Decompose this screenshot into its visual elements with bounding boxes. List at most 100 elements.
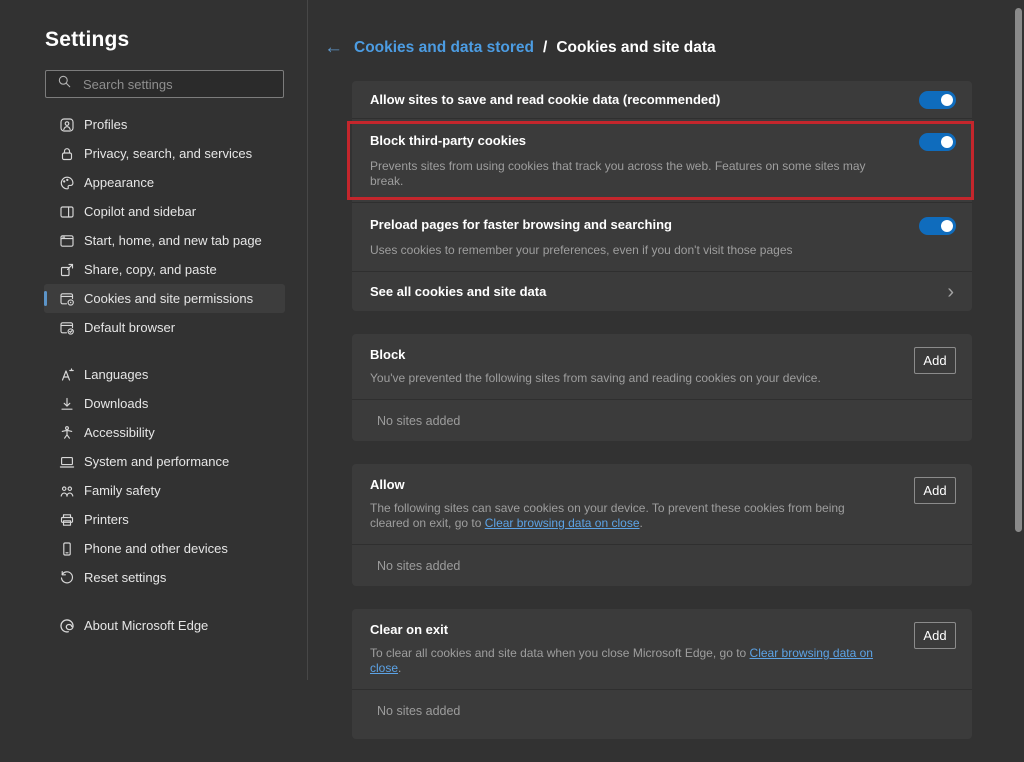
allow-desc-period: . — [640, 516, 643, 530]
lock-icon — [59, 146, 75, 162]
clear-desc-text: To clear all cookies and site data when … — [370, 646, 750, 660]
allow-card-description: The following sites can save cookies on … — [370, 501, 956, 531]
sidebar-item-label: Accessibility — [84, 425, 155, 440]
clear-card-header: Clear on exit To clear all cookies and s… — [352, 609, 972, 690]
share-icon — [59, 262, 75, 278]
sidebar-item-label: Privacy, search, and services — [84, 146, 252, 161]
sidebar-item-label: Printers — [84, 512, 129, 527]
sidebar-item-label: Appearance — [84, 175, 154, 190]
block-card-description: You've prevented the following sites fro… — [370, 371, 956, 386]
phone-icon — [59, 541, 75, 557]
palette-icon — [59, 175, 75, 191]
search-icon — [57, 74, 72, 94]
search-input[interactable] — [81, 76, 265, 93]
settings-sidebar: Settings Profiles Privacy, search, and s… — [0, 0, 308, 680]
breadcrumb-separator: / — [543, 39, 547, 57]
allow-add-button[interactable]: Add — [914, 477, 956, 504]
languages-icon — [59, 367, 75, 383]
edge-logo-icon — [59, 618, 75, 634]
sidebar-nav: Profiles Privacy, search, and services A… — [0, 110, 307, 640]
allow-cookies-row: Allow sites to save and read cookie data… — [352, 81, 972, 119]
clear-browsing-data-link[interactable]: Clear browsing data on close — [485, 516, 640, 530]
site-permissions-icon — [59, 291, 75, 307]
breadcrumb-current: Cookies and site data — [556, 39, 715, 57]
sidebar-item-languages[interactable]: Languages — [44, 360, 285, 389]
see-all-cookies-label: See all cookies and site data — [370, 284, 546, 300]
back-arrow-icon[interactable]: ← — [324, 38, 345, 57]
settings-main-panel: ← Cookies and data stored / Cookies and … — [308, 0, 1024, 680]
sidebar-item-label: Share, copy, and paste — [84, 262, 217, 277]
reset-icon — [59, 570, 75, 586]
preload-pages-toggle[interactable] — [919, 217, 956, 235]
sidebar-item-privacy[interactable]: Privacy, search, and services — [44, 139, 285, 168]
sidebar-item-accessibility[interactable]: Accessibility — [44, 418, 285, 447]
chevron-right-icon: › — [947, 282, 956, 302]
block-third-party-label: Block third-party cookies — [370, 133, 956, 149]
sidebar-item-about-edge[interactable]: About Microsoft Edge — [44, 611, 285, 640]
profile-icon — [59, 117, 75, 133]
block-third-party-toggle[interactable] — [919, 133, 956, 151]
clear-add-button[interactable]: Add — [914, 622, 956, 649]
sidebar-item-start-home[interactable]: Start, home, and new tab page — [44, 226, 285, 255]
accessibility-icon — [59, 425, 75, 441]
breadcrumb: ← Cookies and data stored / Cookies and … — [324, 38, 716, 57]
vertical-scrollbar[interactable] — [1015, 8, 1022, 532]
block-card-title: Block — [370, 347, 956, 363]
content-column: Allow sites to save and read cookie data… — [352, 81, 972, 762]
clear-card-description: To clear all cookies and site data when … — [370, 646, 956, 676]
page-title: Settings — [45, 28, 129, 52]
sidebar-item-label: Reset settings — [84, 570, 166, 585]
sidebar-item-label: Family safety — [84, 483, 161, 498]
download-icon — [59, 396, 75, 412]
sidebar-item-printers[interactable]: Printers — [44, 505, 285, 534]
allow-empty-state: No sites added — [352, 545, 972, 586]
sidebar-item-label: System and performance — [84, 454, 229, 469]
allow-card-title: Allow — [370, 477, 956, 493]
block-third-party-row: Block third-party cookies Prevents sites… — [352, 119, 972, 203]
breadcrumb-parent-link[interactable]: Cookies and data stored — [354, 39, 534, 57]
sidebar-item-label: Cookies and site permissions — [84, 291, 253, 306]
sidebar-item-cookies-site-permissions[interactable]: Cookies and site permissions — [44, 284, 285, 313]
sidebar-item-label: About Microsoft Edge — [84, 618, 208, 633]
preload-pages-description: Uses cookies to remember your preference… — [370, 243, 956, 258]
sidebar-item-label: Profiles — [84, 117, 127, 132]
clear-empty-state: No sites added — [352, 690, 972, 731]
allow-sites-card: Allow The following sites can save cooki… — [352, 464, 972, 586]
sidebar-item-downloads[interactable]: Downloads — [44, 389, 285, 418]
see-all-cookies-row[interactable]: See all cookies and site data › — [352, 272, 972, 311]
search-settings-box[interactable] — [45, 70, 284, 98]
family-icon — [59, 483, 75, 499]
printer-icon — [59, 512, 75, 528]
sidebar-item-phone-devices[interactable]: Phone and other devices — [44, 534, 285, 563]
block-third-party-description: Prevents sites from using cookies that t… — [370, 159, 956, 189]
sidebar-item-label: Languages — [84, 367, 148, 382]
sidebar-item-reset-settings[interactable]: Reset settings — [44, 563, 285, 592]
new-tab-page-icon — [59, 233, 75, 249]
sidebar-item-label: Phone and other devices — [84, 541, 228, 556]
allow-card-header: Allow The following sites can save cooki… — [352, 464, 972, 545]
sidebar-item-label: Downloads — [84, 396, 148, 411]
block-empty-state: No sites added — [352, 400, 972, 441]
clear-on-exit-card: Clear on exit To clear all cookies and s… — [352, 609, 972, 739]
sidebar-item-share-copy-paste[interactable]: Share, copy, and paste — [44, 255, 285, 284]
block-add-button[interactable]: Add — [914, 347, 956, 374]
block-card-header: Block You've prevented the following sit… — [352, 334, 972, 400]
sidebar-item-appearance[interactable]: Appearance — [44, 168, 285, 197]
sidebar-item-default-browser[interactable]: Default browser — [44, 313, 285, 342]
allow-cookies-toggle[interactable] — [919, 91, 956, 109]
sidebar-item-profiles[interactable]: Profiles — [44, 110, 285, 139]
sidebar-item-family-safety[interactable]: Family safety — [44, 476, 285, 505]
sidebar-layout-icon — [59, 204, 75, 220]
clear-desc-period: . — [398, 661, 401, 675]
sidebar-item-label: Default browser — [84, 320, 175, 335]
default-browser-icon — [59, 320, 75, 336]
block-sites-card: Block You've prevented the following sit… — [352, 334, 972, 441]
allow-cookies-label: Allow sites to save and read cookie data… — [370, 92, 720, 108]
sidebar-item-system-performance[interactable]: System and performance — [44, 447, 285, 476]
preload-pages-label: Preload pages for faster browsing and se… — [370, 217, 956, 233]
laptop-icon — [59, 454, 75, 470]
sidebar-item-copilot-sidebar[interactable]: Copilot and sidebar — [44, 197, 285, 226]
clear-card-title: Clear on exit — [370, 622, 956, 638]
sidebar-item-label: Copilot and sidebar — [84, 204, 196, 219]
preload-pages-row: Preload pages for faster browsing and se… — [352, 203, 972, 272]
